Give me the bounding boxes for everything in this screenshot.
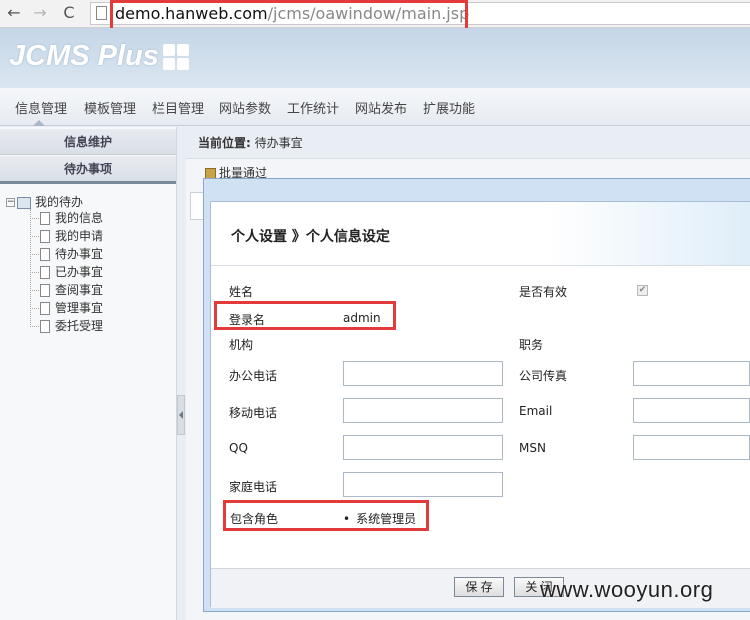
tree-item[interactable]: 我的申请 [30, 227, 103, 245]
qq-input[interactable] [343, 435, 503, 460]
forward-arrow-icon[interactable]: → [30, 3, 50, 23]
email-input[interactable] [633, 398, 750, 423]
watermark: www.wooyun.org [540, 577, 714, 602]
document-icon [40, 302, 50, 315]
document-icon [40, 248, 50, 261]
profile-dialog: 个人设置 》个人信息设定 [203, 178, 750, 612]
logo-grid-icon [163, 44, 191, 72]
tree-root[interactable]: − 我的待办 [6, 193, 83, 210]
browser-toolbar: ← → C demo.hanweb.com/jcms/oawindow/main… [0, 0, 750, 28]
collapse-icon[interactable]: − [6, 198, 15, 207]
active-checkbox[interactable]: ✔ [637, 285, 648, 296]
document-icon [40, 284, 50, 297]
url-text: demo.hanweb.com/jcms/oawindow/main.jsp [115, 4, 470, 23]
email-label: Email [519, 404, 553, 418]
document-icon [40, 266, 50, 279]
office-phone-label: 办公电话 [229, 369, 278, 383]
address-bar[interactable]: demo.hanweb.com/jcms/oawindow/main.jsp [90, 2, 750, 25]
home-phone-label: 家庭电话 [229, 480, 278, 494]
fax-label: 公司传真 [519, 369, 568, 383]
roles-label: 包含角色 [230, 512, 279, 526]
tree-root-label: 我的待办 [35, 195, 84, 209]
sidebar-tab-info[interactable]: 信息维护 [0, 129, 176, 155]
breadcrumb: 当前位置: 待办事宜 [198, 134, 303, 151]
login-value: admin [343, 311, 381, 325]
mobile-label: 移动电话 [229, 406, 278, 420]
tree-item[interactable]: 已办事宜 [30, 263, 103, 281]
background-grid [190, 192, 204, 220]
org-label: 机构 [229, 338, 254, 352]
tree-item[interactable]: 待办事宜 [30, 245, 103, 263]
active-label: 是否有效 [519, 285, 568, 299]
login-label: 登录名 [229, 313, 266, 327]
save-button[interactable]: 保 存 [454, 577, 504, 597]
main-menu: 信息管理 模板管理 栏目管理 网站参数 工作统计 网站发布 扩展功能 [0, 88, 750, 126]
document-icon [40, 230, 50, 243]
sidebar-tab-todo[interactable]: 待办事项 [0, 156, 176, 184]
reload-icon[interactable]: C [59, 3, 79, 23]
document-icon [40, 320, 50, 333]
breadcrumb-label: 当前位置: [198, 136, 251, 150]
office-phone-input[interactable] [343, 361, 503, 386]
active-menu-caret-icon [33, 120, 45, 126]
breadcrumb-current: 待办事宜 [254, 136, 303, 150]
folder-icon [17, 196, 31, 209]
tree-item[interactable]: 委托受理 [30, 317, 103, 335]
position-label: 职务 [519, 338, 544, 352]
qq-label: QQ [229, 441, 248, 455]
msn-label: MSN [519, 441, 546, 455]
dialog-header: 个人设置 》个人信息设定 [211, 202, 750, 266]
msn-input[interactable] [633, 435, 750, 460]
tree-item[interactable]: 查阅事宜 [30, 281, 103, 299]
sidebar-collapse-handle[interactable] [177, 395, 185, 435]
menu-item-publish[interactable]: 网站发布 [355, 98, 407, 117]
tree-item[interactable]: 我的信息 [30, 209, 103, 227]
home-phone-input[interactable] [343, 472, 503, 497]
fax-input[interactable] [633, 361, 750, 386]
tree-item[interactable]: 管理事宜 [30, 299, 103, 317]
back-arrow-icon[interactable]: ← [4, 3, 24, 23]
app-logo: JCMS Plus [9, 40, 159, 72]
menu-item-info[interactable]: 信息管理 [15, 98, 67, 117]
document-icon [40, 212, 50, 225]
name-label: 姓名 [229, 285, 254, 299]
page-icon [96, 6, 107, 20]
sidebar: 信息维护 待办事项 − 我的待办 我的信息 我的申请 待办事宜 已办事宜 查阅事宜… [0, 127, 177, 620]
menu-item-site-params[interactable]: 网站参数 [219, 98, 271, 117]
menu-item-stats[interactable]: 工作统计 [287, 98, 339, 117]
mobile-input[interactable] [343, 398, 503, 423]
role-item: 系统管理员 [343, 510, 416, 527]
menu-item-extensions[interactable]: 扩展功能 [423, 98, 475, 117]
menu-item-template[interactable]: 模板管理 [84, 98, 136, 117]
menu-item-column[interactable]: 栏目管理 [152, 98, 204, 117]
app-header: JCMS Plus [0, 28, 750, 88]
dialog-title: 个人设置 》个人信息设定 [231, 229, 390, 245]
